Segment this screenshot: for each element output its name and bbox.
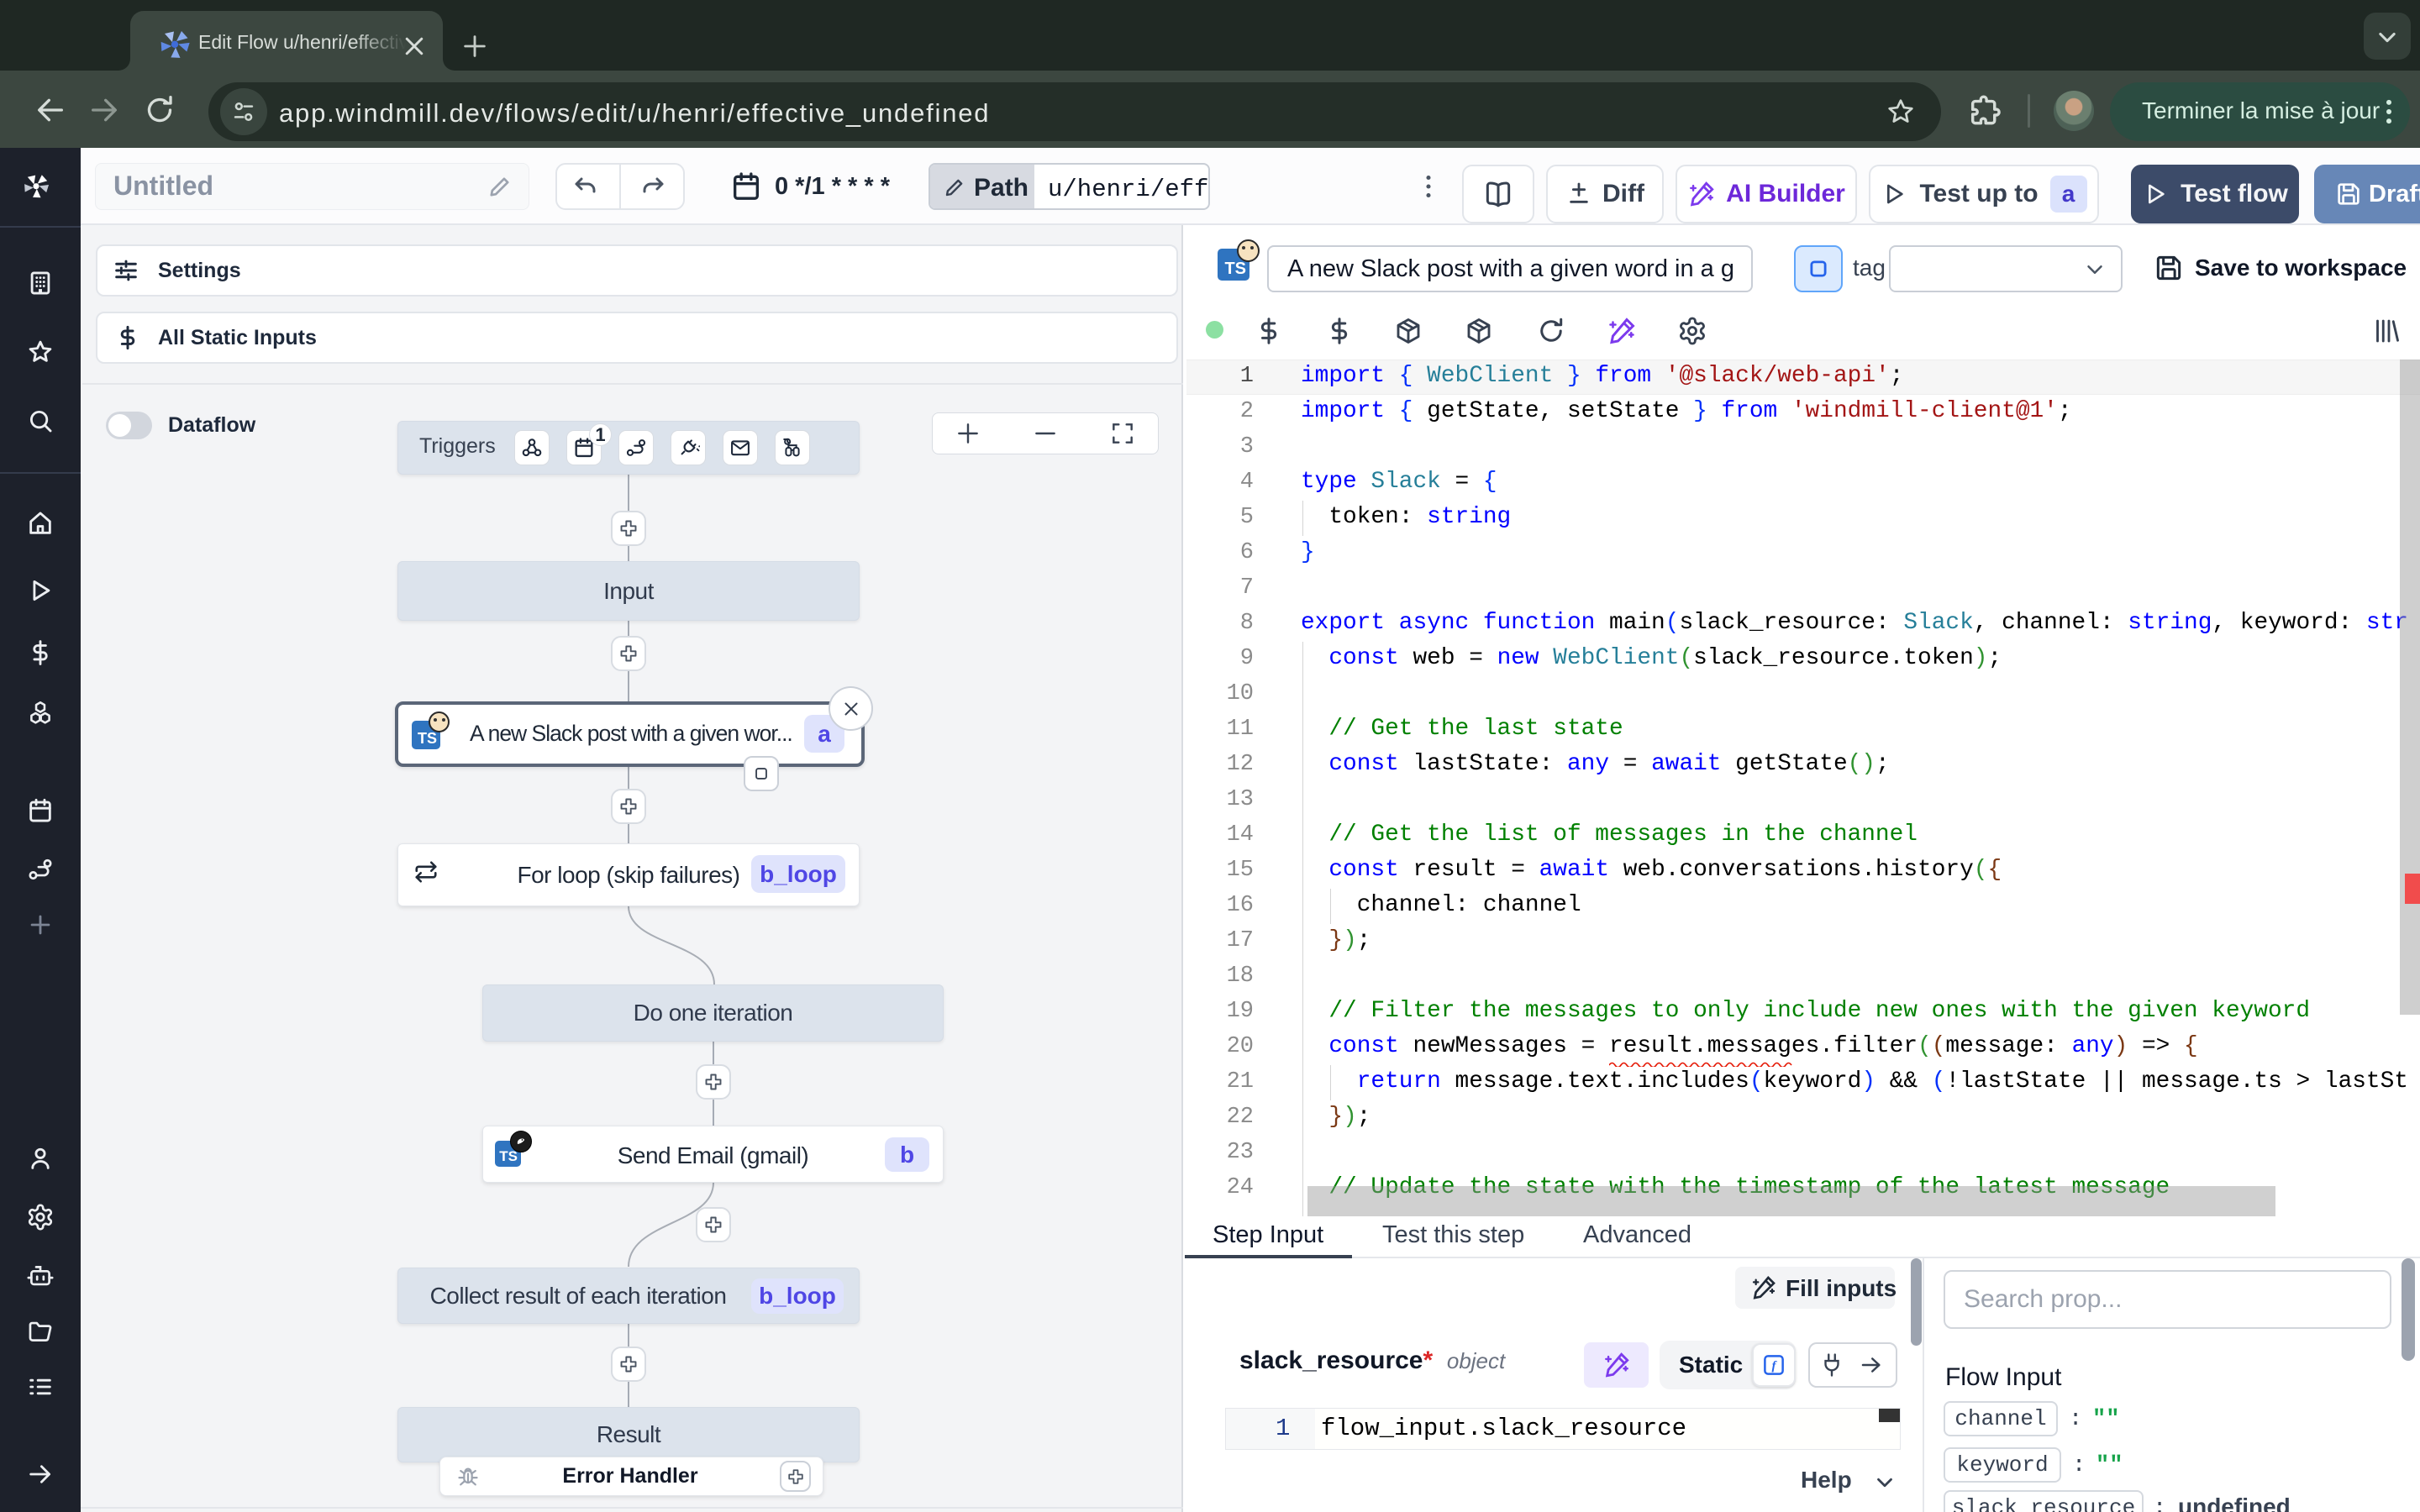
svg-text:f: f <box>1772 1360 1778 1373</box>
